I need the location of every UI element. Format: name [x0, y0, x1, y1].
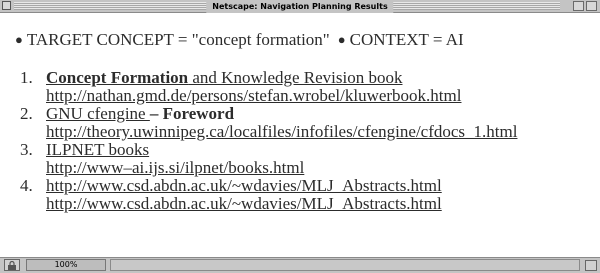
- results-list: 1. Concept Formation and Knowledge Revis…: [20, 69, 517, 213]
- status-message-area: [110, 259, 580, 271]
- result-title-link[interactable]: GNU cfengine: [46, 104, 150, 123]
- item-number: 3.: [20, 140, 33, 159]
- result-url-link[interactable]: http://nathan.gmd.de/persons/stefan.wrob…: [46, 87, 517, 105]
- close-box-icon[interactable]: [2, 1, 11, 10]
- result-url-link[interactable]: http://www.csd.abdn.ac.uk/~wdavies/MLJ_A…: [46, 195, 517, 213]
- item-number: 1.: [20, 68, 33, 87]
- result-title-link[interactable]: http://www.csd.abdn.ac.uk/~wdavies/MLJ_A…: [46, 177, 517, 195]
- context-label: CONTEXT = AI: [349, 30, 464, 49]
- title-bar[interactable]: Netscape: Navigation Planning Results: [0, 0, 600, 13]
- bullet-icon: ●: [15, 32, 23, 47]
- item-number: 2.: [20, 104, 33, 123]
- bullet-icon: ●: [337, 32, 346, 47]
- list-item: 3. ILPNET books http://www–ai.ijs.si/ilp…: [20, 141, 517, 177]
- item-number: 4.: [20, 176, 33, 195]
- result-title-link[interactable]: Concept Formation and Knowledge Revision…: [46, 69, 517, 87]
- result-url-link[interactable]: http://theory.uwinnipeg.ca/localfiles/in…: [46, 123, 517, 141]
- page-content: ● TARGET CONCEPT = "concept formation" ● CO…: [0, 13, 600, 257]
- progress-indicator: 100%: [26, 259, 106, 271]
- query-summary: ● TARGET CONCEPT = "concept formation" ● CO…: [15, 31, 464, 50]
- zoom-box-icon[interactable]: [586, 1, 597, 11]
- collapse-box-icon[interactable]: [573, 1, 584, 11]
- lock-icon[interactable]: [4, 259, 20, 271]
- target-concept-label: TARGET CONCEPT = "concept formation": [26, 30, 330, 49]
- result-title-suffix: – Foreword: [149, 104, 235, 123]
- status-bar: 100%: [0, 257, 600, 273]
- window-title: Netscape: Navigation Planning Results: [206, 0, 394, 13]
- list-item: 1. Concept Formation and Knowledge Revis…: [20, 69, 517, 105]
- result-url-link[interactable]: http://www–ai.ijs.si/ilpnet/books.html: [46, 159, 517, 177]
- result-title-link[interactable]: ILPNET books: [46, 141, 517, 159]
- list-item: 4. http://www.csd.abdn.ac.uk/~wdavies/ML…: [20, 177, 517, 213]
- resize-grip-icon[interactable]: [585, 260, 597, 271]
- list-item: 2. GNU cfengine – Foreword http://theory…: [20, 105, 517, 141]
